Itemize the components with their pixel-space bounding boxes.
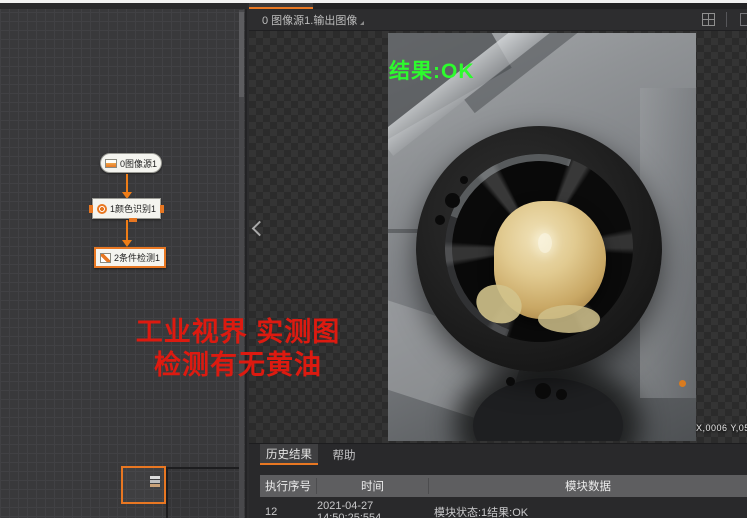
node-port: [129, 218, 137, 222]
annotation-line1: 工业视界 实测图: [116, 316, 360, 349]
housing-hole: [506, 377, 515, 386]
grease-drip: [538, 305, 600, 333]
flow-node-image-source[interactable]: 0图像源1: [100, 153, 162, 173]
housing-hole: [535, 383, 551, 399]
flow-arrow-head-icon: [122, 240, 132, 247]
flow-arrow: [126, 174, 128, 193]
flow-node-label: 1颜色识别1: [110, 202, 156, 215]
coordinate-overlay: X,0006 Y,050: [696, 423, 747, 433]
housing-hole: [460, 176, 468, 184]
flow-node-label: 0图像源1: [120, 157, 157, 170]
toolbar-separator: [726, 12, 727, 27]
cell-data: 模块状态:1结果:OK: [429, 504, 747, 518]
tab-help[interactable]: 帮助: [318, 444, 370, 465]
minimap-nodes-icon: [150, 475, 160, 488]
housing-hole: [445, 193, 460, 208]
table-header-row: 执行序号 时间 模块数据: [260, 475, 747, 497]
inspection-photo: [388, 33, 696, 441]
result-overlay: 结果:OK: [389, 55, 475, 85]
node-port: [89, 205, 93, 213]
table-row[interactable]: 12 2021-04-27 14:50:25:554 模块状态:1结果:OK: [260, 503, 747, 518]
annotation-line2: 检测有无黄油: [116, 349, 360, 382]
flow-node-condition-check[interactable]: 2条件检测1: [94, 247, 166, 268]
annotation-text: 工业视界 实测图 检测有无黄油: [116, 316, 360, 382]
cell-seq: 12: [260, 506, 317, 518]
condition-check-icon: [100, 253, 111, 263]
viewer-panel: 0 图像源1.输出图像: [249, 3, 747, 518]
flow-node-color-recognition[interactable]: 1颜色识别1: [92, 198, 161, 219]
orange-dot: [679, 380, 686, 387]
flow-arrow: [126, 220, 128, 241]
app-window: 0图像源1 1颜色识别1 2条件检测1: [0, 0, 747, 518]
node-port: [160, 205, 164, 213]
flow-minimap[interactable]: [166, 467, 242, 518]
header-cell-data: 模块数据: [429, 478, 747, 494]
window-top-strip: [0, 0, 747, 3]
secondary-layout-icon[interactable]: [740, 13, 747, 26]
image-source-icon: [105, 159, 117, 168]
tab-history-results[interactable]: 历史结果: [260, 444, 318, 465]
housing-hole: [435, 215, 445, 225]
scrollbar-thumb[interactable]: [239, 12, 244, 97]
header-cell-seq: 执行序号: [260, 478, 317, 494]
layout-grid-icon[interactable]: [702, 13, 715, 26]
image-tab-bar: 0 图像源1.输出图像: [249, 9, 747, 31]
grease-highlight: [538, 233, 552, 253]
cell-time: 2021-04-27 14:50:25:554: [317, 500, 429, 518]
minimap-viewport[interactable]: [121, 466, 166, 504]
flow-panel-scrollbar[interactable]: [239, 10, 244, 518]
collapse-left-icon[interactable]: [252, 221, 268, 237]
tab-caret-icon[interactable]: [360, 21, 364, 25]
flow-canvas[interactable]: 0图像源1 1颜色识别1 2条件检测1: [0, 3, 247, 518]
history-panel: 历史结果 帮助 执行序号 时间 模块数据 12 2021-04-27 14:50…: [249, 443, 747, 518]
flow-node-label: 2条件检测1: [114, 251, 160, 264]
flow-panel-topbar: [0, 3, 247, 9]
color-recognition-icon: [97, 204, 107, 214]
housing-hole: [556, 389, 567, 400]
image-tab[interactable]: 0 图像源1.输出图像: [262, 12, 357, 28]
header-cell-time: 时间: [317, 478, 429, 494]
